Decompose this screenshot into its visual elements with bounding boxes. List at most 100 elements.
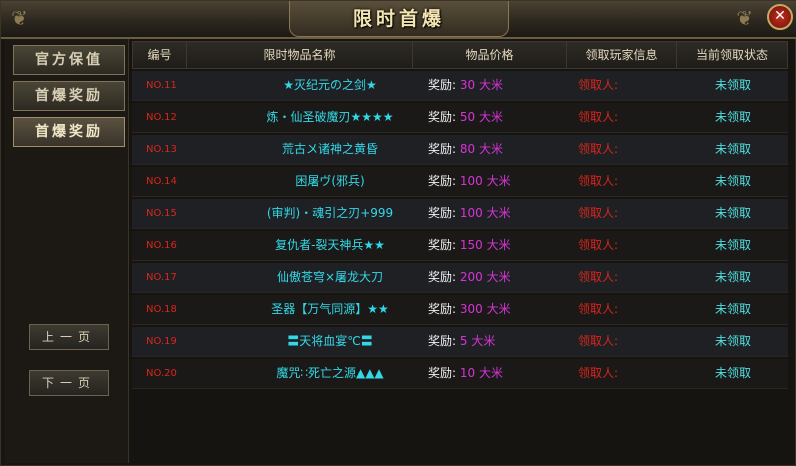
table-row[interactable]: NO.19 〓天将血宴℃〓 奖励: 5 大米 领取人: 未领取 xyxy=(132,327,788,357)
player-info: 领取人: xyxy=(578,78,619,92)
item-price: 奖励: 10 大米 xyxy=(428,359,568,388)
header-item-name: 限时物品名称 xyxy=(187,42,413,68)
item-name: 荒古〤诸神之黄昏 xyxy=(281,142,378,156)
title-ornament-left-icon: ❦ xyxy=(11,6,28,30)
price-value: 80 xyxy=(459,142,476,156)
row-number: NO.16 xyxy=(146,240,177,251)
price-unit: 大米 xyxy=(486,302,511,316)
table-header: 编号 限时物品名称 物品价格 领取玩家信息 当前领取状态 xyxy=(132,41,788,69)
price-label: 奖励: xyxy=(428,302,457,316)
header-price: 物品价格 xyxy=(413,42,567,68)
item-price: 奖励: 50 大米 xyxy=(428,103,568,132)
price-value: 200 xyxy=(459,270,483,284)
price-unit: 大米 xyxy=(471,334,496,348)
claim-status: 未领取 xyxy=(714,366,751,380)
price-label: 奖励: xyxy=(428,334,457,348)
item-name: 魔咒∷死亡之源▲▲▲ xyxy=(276,366,384,380)
item-name: 仙傲苍穹×屠龙大刀 xyxy=(276,270,384,284)
price-label: 奖励: xyxy=(428,142,457,156)
price-unit: 大米 xyxy=(486,206,511,220)
title-bar: ❦ 限时首爆 ❦ ✕ xyxy=(1,1,796,39)
table-row[interactable]: NO.12 炼・仙圣破魔刃★★★★ 奖励: 50 大米 领取人: 未领取 xyxy=(132,103,788,133)
header-player-info: 领取玩家信息 xyxy=(567,42,677,68)
table-row[interactable]: NO.20 魔咒∷死亡之源▲▲▲ 奖励: 10 大米 领取人: 未领取 xyxy=(132,359,788,389)
close-button[interactable]: ✕ xyxy=(767,4,793,30)
claim-status: 未领取 xyxy=(714,174,751,188)
player-info: 领取人: xyxy=(578,174,619,188)
row-number: NO.12 xyxy=(146,112,177,123)
price-unit: 大米 xyxy=(478,366,503,380)
table-row[interactable]: NO.16 复仇者-裂天神兵★★ 奖励: 150 大米 领取人: 未领取 xyxy=(132,231,788,261)
price-unit: 大米 xyxy=(478,78,503,92)
item-name: 复仇者-裂天神兵★★ xyxy=(275,238,385,252)
price-label: 奖励: xyxy=(428,238,457,252)
price-unit: 大米 xyxy=(486,174,511,188)
row-number: NO.14 xyxy=(146,176,177,187)
item-price: 奖励: 5 大米 xyxy=(428,327,568,356)
player-info: 领取人: xyxy=(578,366,619,380)
price-value: 150 xyxy=(459,238,483,252)
item-name: 圣器【万气同源】★★ xyxy=(271,302,389,316)
price-value: 30 xyxy=(459,78,476,92)
reward-table: 编号 限时物品名称 物品价格 领取玩家信息 当前领取状态 NO.11 ★灭纪元の之… xyxy=(130,39,794,463)
item-price: 奖励: 100 大米 xyxy=(428,167,568,196)
price-value: 300 xyxy=(459,302,483,316)
price-label: 奖励: xyxy=(428,270,457,284)
table-row[interactable]: NO.18 圣器【万气同源】★★ 奖励: 300 大米 领取人: 未领取 xyxy=(132,295,788,325)
item-price: 奖励: 200 大米 xyxy=(428,263,568,292)
sidebar: 官方保值 首爆奖励 首爆奖励 上一页 下一页 xyxy=(5,39,129,463)
claim-status: 未领取 xyxy=(714,206,751,220)
claim-status: 未领取 xyxy=(714,142,751,156)
player-info: 领取人: xyxy=(578,334,619,348)
next-page-button[interactable]: 下一页 xyxy=(29,370,109,396)
title-ornament-right-icon: ❦ xyxy=(736,6,753,30)
table-row[interactable]: NO.15 (审判)・魂引之刃+999 奖励: 100 大米 领取人: 未领取 xyxy=(132,199,788,229)
prev-page-button[interactable]: 上一页 xyxy=(29,324,109,350)
price-label: 奖励: xyxy=(428,366,457,380)
row-number: NO.19 xyxy=(146,336,177,347)
price-unit: 大米 xyxy=(486,238,511,252)
price-unit: 大米 xyxy=(478,110,503,124)
claim-status: 未领取 xyxy=(714,270,751,284)
row-number: NO.11 xyxy=(146,80,177,91)
table-row[interactable]: NO.11 ★灭纪元の之剑★ 奖励: 30 大米 领取人: 未领取 xyxy=(132,71,788,101)
row-number: NO.17 xyxy=(146,272,177,283)
table-row[interactable]: NO.14 困屠ヴ(邪兵) 奖励: 100 大米 领取人: 未领取 xyxy=(132,167,788,197)
item-price: 奖励: 150 大米 xyxy=(428,231,568,260)
price-value: 100 xyxy=(459,174,483,188)
price-label: 奖励: xyxy=(428,110,457,124)
player-info: 领取人: xyxy=(578,110,619,124)
page-title: 限时首爆 xyxy=(352,8,445,30)
table-row[interactable]: NO.17 仙傲苍穹×屠龙大刀 奖励: 200 大米 领取人: 未领取 xyxy=(132,263,788,293)
player-info: 领取人: xyxy=(578,206,619,220)
price-value: 50 xyxy=(459,110,476,124)
item-price: 奖励: 300 大米 xyxy=(428,295,568,324)
price-value: 100 xyxy=(459,206,483,220)
price-value: 10 xyxy=(459,366,476,380)
header-status: 当前领取状态 xyxy=(695,48,768,62)
claim-status: 未领取 xyxy=(714,334,751,348)
header-number: 编号 xyxy=(133,42,187,68)
row-number: NO.20 xyxy=(146,368,177,379)
item-price: 奖励: 80 大米 xyxy=(428,135,568,164)
item-price: 奖励: 100 大米 xyxy=(428,199,568,228)
sidebar-item-first-drop-reward-active[interactable]: 首爆奖励 xyxy=(13,117,125,147)
price-label: 奖励: xyxy=(428,78,457,92)
player-info: 领取人: xyxy=(578,238,619,252)
item-name: 炼・仙圣破魔刃★★★★ xyxy=(266,110,394,124)
row-number: NO.15 xyxy=(146,208,177,219)
sidebar-item-official-value[interactable]: 官方保值 xyxy=(13,45,125,75)
item-name: (审判)・魂引之刃+999 xyxy=(266,206,394,220)
item-name: 困屠ヴ(邪兵) xyxy=(295,174,365,188)
price-unit: 大米 xyxy=(478,142,503,156)
row-number: NO.13 xyxy=(146,144,177,155)
sidebar-item-first-drop-reward[interactable]: 首爆奖励 xyxy=(13,81,125,111)
claim-status: 未领取 xyxy=(714,78,751,92)
claim-status: 未领取 xyxy=(714,302,751,316)
price-label: 奖励: xyxy=(428,206,457,220)
row-number: NO.18 xyxy=(146,304,177,315)
table-row[interactable]: NO.13 荒古〤诸神之黄昏 奖励: 80 大米 领取人: 未领取 xyxy=(132,135,788,165)
window-frame: ❦ 限时首爆 ❦ ✕ 官方保值 首爆奖励 首爆奖励 上一页 下一页 编号 限时物… xyxy=(0,0,796,466)
claim-status: 未领取 xyxy=(714,238,751,252)
item-name: ★灭纪元の之剑★ xyxy=(283,78,377,92)
